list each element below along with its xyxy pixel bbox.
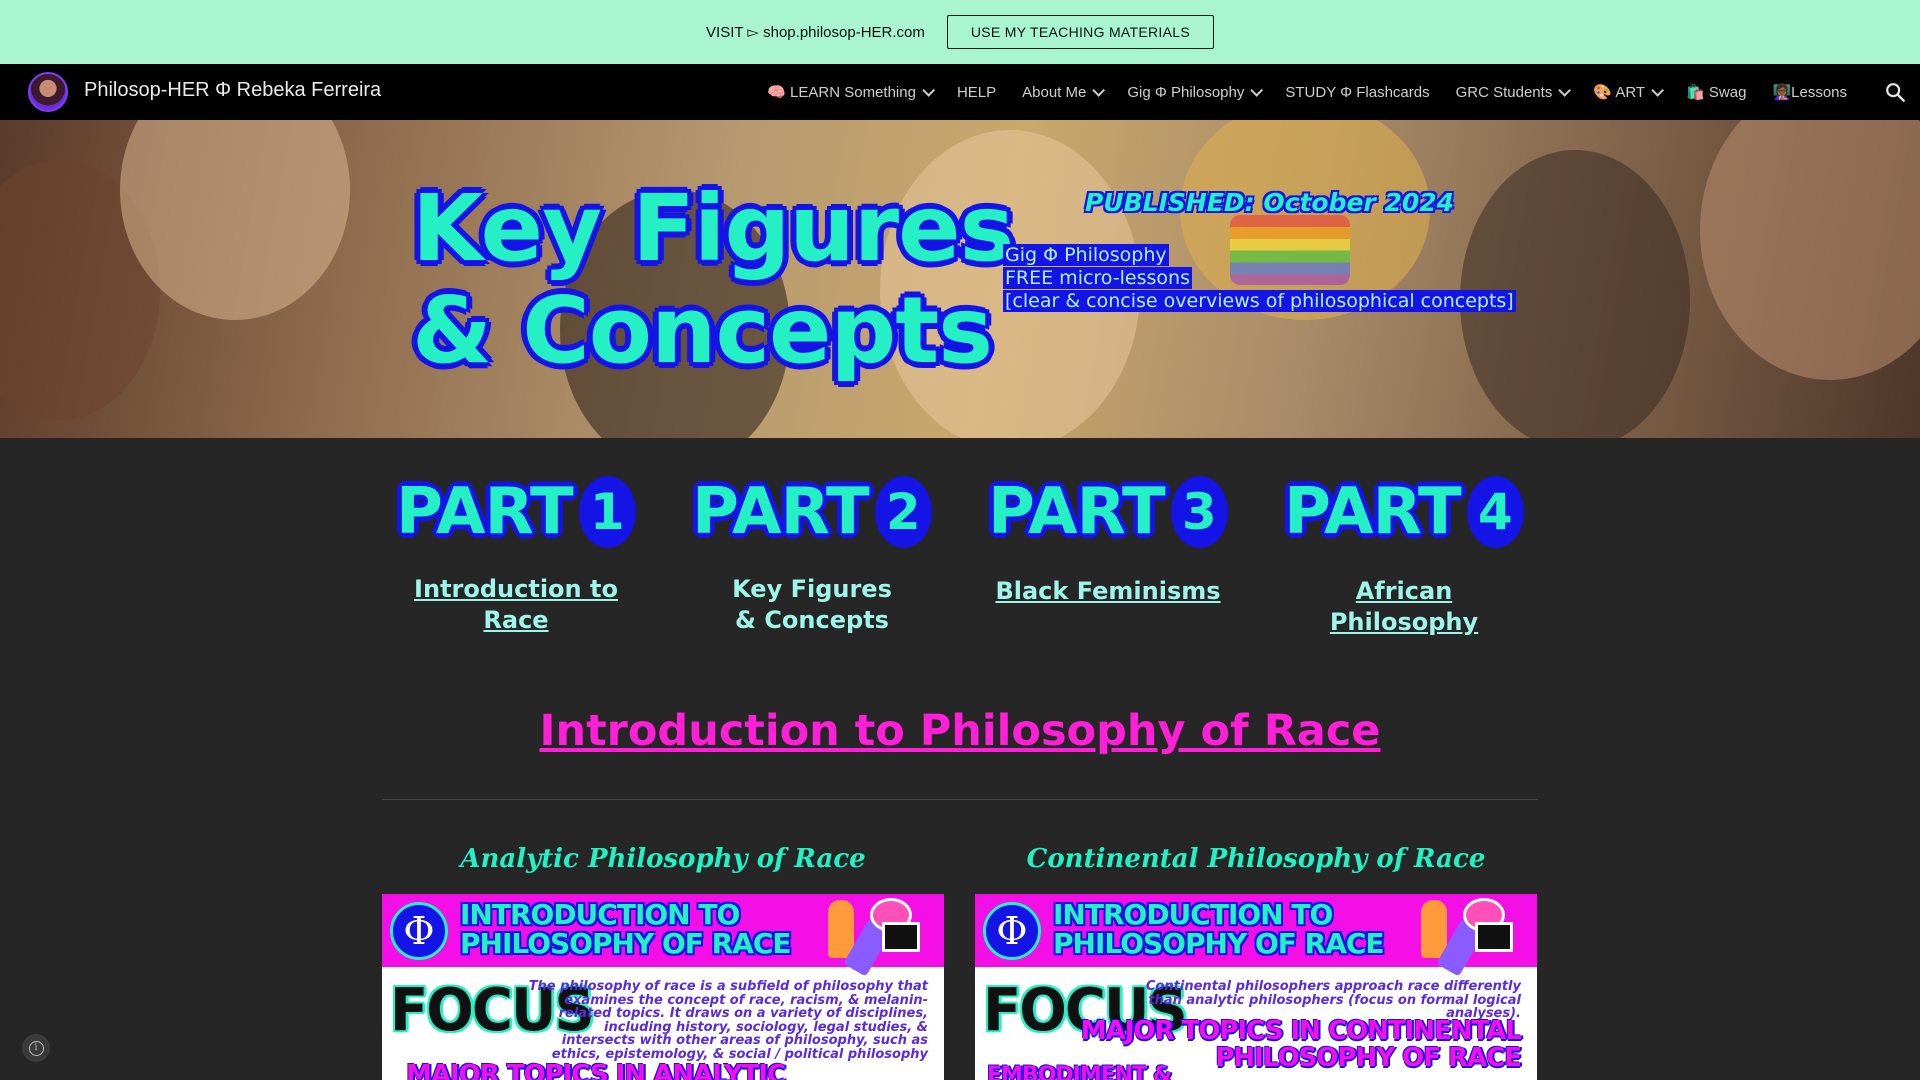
book-icon	[882, 922, 920, 952]
part-2: PART 2 Key Figures & Concepts	[692, 474, 932, 636]
nav-item-label: 🛍️ Swag	[1686, 84, 1747, 101]
card-major-topics-line: MAJOR TOPICS IN CONTINENTAL	[1080, 1016, 1522, 1046]
announcement-bar: VISIT ▻ shop.philosop-HER.com USE MY TEA…	[0, 0, 1920, 64]
part-number: 4	[1466, 476, 1524, 548]
chevron-down-icon	[922, 83, 935, 97]
nav-item-study-flashcards[interactable]: STUDY Φ Flashcards	[1272, 64, 1442, 120]
hero-title-line: & Concepts	[412, 277, 993, 384]
search-icon[interactable]	[1884, 81, 1906, 103]
hero-title: Key Figures & Concepts	[412, 175, 1014, 384]
card-banner-title: INTRODUCTION TO PHILOSOPHY OF RACE	[1053, 898, 1385, 960]
nav-item-label: 🎨 ART	[1593, 84, 1646, 101]
nav-item-label: GRC Students	[1455, 83, 1553, 101]
part-1: PART 1 Introduction to Race	[396, 474, 636, 636]
part-label: PART	[1284, 475, 1462, 549]
nav-item-label: 👩🏾‍🏫Lessons	[1772, 84, 1847, 101]
column-title-analytic: Analytic Philosophy of Race	[460, 844, 866, 874]
part-badge: PART 2	[692, 474, 932, 550]
part-link-introduction-to-race[interactable]: Introduction to Race	[396, 574, 636, 636]
chevron-down-icon	[1092, 83, 1106, 97]
hero-banner: Key Figures & Concepts PUBLISHED: Octobe…	[0, 120, 1920, 438]
chevron-down-icon	[1558, 83, 1572, 97]
part-current-key-figures: Key Figures & Concepts	[732, 575, 892, 634]
card-banner: Φ INTRODUCTION TO PHILOSOPHY OF RACE	[382, 894, 944, 977]
site-navigation: Philosop-HER Φ Rebeka Ferreira 🧠 LEARN S…	[0, 64, 1920, 120]
site-avatar[interactable]	[28, 72, 68, 112]
hero-subtitle-line: [clear & concise overviews of philosophi…	[1003, 290, 1516, 312]
hero-subtitle: Gig Φ Philosophy FREE micro-lessons [cle…	[1003, 244, 1516, 313]
card-banner-line: INTRODUCTION TO	[460, 898, 740, 931]
published-date: PUBLISHED: October 2024	[1085, 188, 1455, 217]
nav-item-about-me[interactable]: About Me	[1009, 64, 1114, 120]
site-info-button[interactable]: i	[22, 1034, 50, 1062]
card-banner: Φ INTRODUCTION TO PHILOSOPHY OF RACE	[975, 894, 1537, 977]
continental-race-card-image[interactable]: Φ INTRODUCTION TO PHILOSOPHY OF RACE FOC…	[975, 894, 1537, 1080]
part-badge: PART 4	[1284, 474, 1524, 550]
hero-subtitle-line: FREE micro-lessons	[1003, 267, 1192, 289]
card-banner-line: PHILOSOPHY OF RACE	[1053, 927, 1385, 960]
part-badge: PART 3	[988, 474, 1228, 550]
card-banner-title: INTRODUCTION TO PHILOSOPHY OF RACE	[460, 898, 792, 960]
nav-item-grc-students[interactable]: GRC Students	[1443, 64, 1581, 120]
hero-illustration-shape	[1700, 120, 1920, 380]
nav-item-swag[interactable]: 🛍️ Swag	[1673, 64, 1759, 120]
nav-item-lessons[interactable]: 👩🏾‍🏫Lessons	[1759, 64, 1860, 120]
phi-logo-icon: Φ	[390, 902, 448, 960]
section-title-link[interactable]: Introduction to Philosophy of Race	[0, 706, 1920, 756]
nav-item-label: About Me	[1022, 83, 1087, 101]
site-title[interactable]: Philosop-HER Φ Rebeka Ferreira	[84, 79, 381, 102]
nav-item-label: STUDY Φ Flashcards	[1285, 83, 1430, 101]
part-number: 1	[578, 476, 636, 548]
part-link-black-feminisms[interactable]: Black Feminisms	[988, 576, 1228, 607]
hero-subtitle-line: Gig Φ Philosophy	[1003, 244, 1169, 266]
info-icon: i	[28, 1040, 44, 1056]
card-embodiment-label: EMBODIMENT &	[987, 1063, 1172, 1080]
part-label: PART	[692, 475, 870, 549]
card-banner-line: INTRODUCTION TO	[1053, 898, 1333, 931]
analytic-race-card-image[interactable]: Φ INTRODUCTION TO PHILOSOPHY OF RACE FOC…	[382, 894, 944, 1080]
nav-item-label: HELP	[956, 83, 997, 101]
nav-item-label: 🧠 LEARN Something	[767, 84, 916, 101]
nav-item-learn-something[interactable]: 🧠 LEARN Something	[754, 64, 944, 120]
visit-shop-text: VISIT ▻ shop.philosop-HER.com	[706, 24, 925, 41]
section-divider	[382, 799, 1538, 800]
part-number: 3	[1170, 476, 1228, 548]
nav-item-art[interactable]: 🎨 ART	[1580, 64, 1673, 120]
nav-menu: 🧠 LEARN Something HELP About Me Gig Φ Ph…	[754, 64, 1860, 120]
nav-item-label: Gig Φ Philosophy	[1127, 83, 1245, 101]
card-description: The philosophy of race is a subfield of …	[528, 979, 928, 1062]
part-4: PART 4 African Philosophy	[1284, 474, 1524, 638]
chevron-down-icon	[1250, 83, 1264, 97]
part-link-african-philosophy[interactable]: African Philosophy	[1284, 576, 1524, 638]
part-badge: PART 1	[396, 474, 636, 550]
card-banner-line: PHILOSOPHY OF RACE	[460, 927, 792, 960]
card-description: Continental philosophers approach race d…	[1145, 979, 1521, 1021]
part-number: 2	[874, 476, 932, 548]
column-title-continental: Continental Philosophy of Race	[1026, 844, 1486, 874]
chevron-down-icon	[1651, 83, 1665, 97]
part-3: PART 3 Black Feminisms	[988, 474, 1228, 607]
hero-title-line: Key Figures	[412, 175, 1014, 282]
part-label: PART	[988, 475, 1166, 549]
teaching-materials-button[interactable]: USE MY TEACHING MATERIALS	[946, 15, 1214, 49]
book-icon	[1475, 922, 1513, 952]
nav-item-gig-philosophy[interactable]: Gig Φ Philosophy	[1114, 64, 1272, 120]
phi-logo-icon: Φ	[983, 902, 1041, 960]
card-major-topics: MAJOR TOPICS IN ANALYTIC	[406, 1060, 786, 1080]
part-label: PART	[396, 475, 574, 549]
nav-item-help[interactable]: HELP	[944, 64, 1009, 120]
